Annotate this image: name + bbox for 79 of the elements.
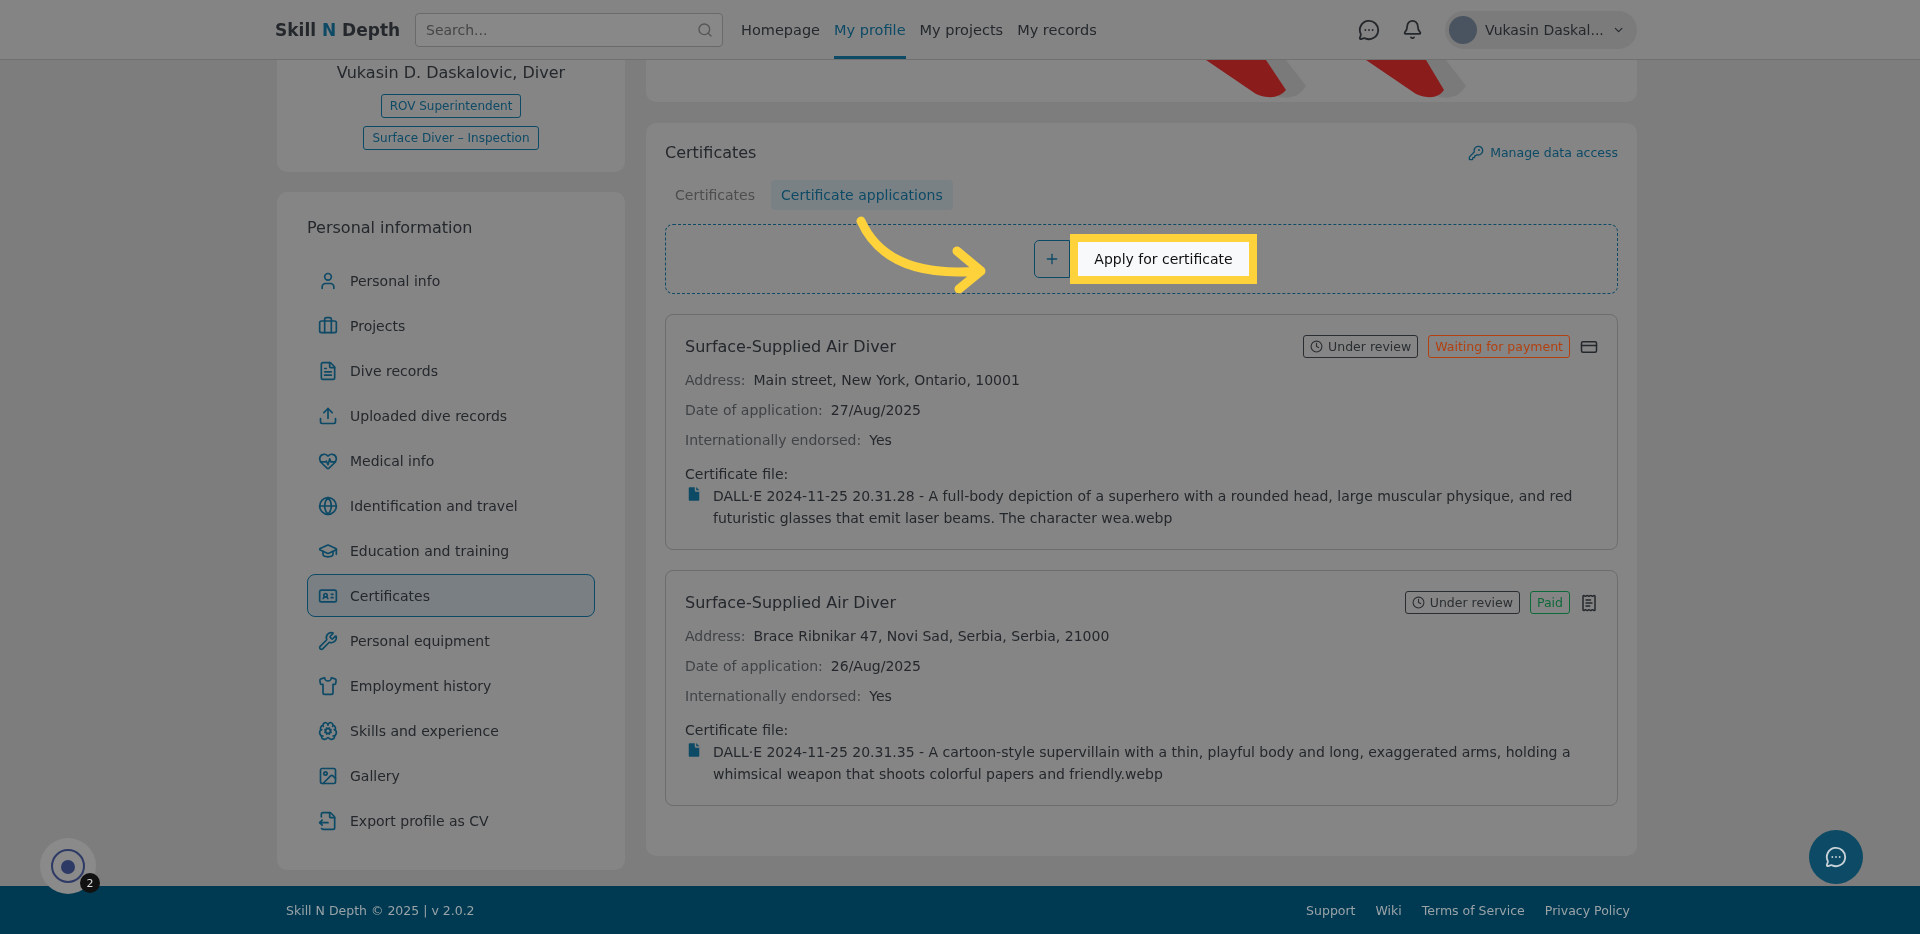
image-icon xyxy=(318,765,338,786)
sidebar-title: Personal information xyxy=(307,218,474,237)
sidebar-item[interactable]: Export profile as CV xyxy=(307,799,595,842)
receipt-icon[interactable] xyxy=(1580,593,1598,612)
nav-tab[interactable]: Homepage xyxy=(741,0,821,59)
status-badge: Under review xyxy=(1303,335,1419,358)
tab[interactable]: Certificate applications xyxy=(771,180,953,210)
field-label: Date of application: xyxy=(685,402,823,418)
tab[interactable]: Certificates xyxy=(665,180,765,210)
field-label: Internationally endorsed: xyxy=(685,688,862,704)
file-link[interactable]: DALL·E 2024-11-25 20.31.28 - A full-body depiction of a superhero with a rounded head, large muscular physique, and red futuristic glasses that emit laser beams. The character wea.webp xyxy=(713,485,1598,529)
field-value: Main street, New York, Ontario, 10001 xyxy=(753,372,1020,388)
globe-icon xyxy=(318,495,338,516)
field-label: Internationally endorsed: xyxy=(685,432,862,448)
sidebar-item[interactable]: Projects xyxy=(307,304,595,347)
application-title: Surface-Supplied Air Diver xyxy=(685,337,897,356)
briefcase-icon xyxy=(318,315,338,336)
manage-access-link[interactable]: Manage data access xyxy=(1468,144,1618,161)
bell-icon[interactable] xyxy=(1402,19,1423,40)
footer-link[interactable]: Privacy Policy xyxy=(1544,902,1630,918)
heart-pulse-icon xyxy=(318,450,338,471)
sidebar-item[interactable]: Skills and experience xyxy=(307,709,595,752)
nav-tab[interactable]: My records xyxy=(1017,0,1097,59)
footer-link[interactable]: Wiki xyxy=(1375,902,1402,918)
status-badge: Waiting for payment xyxy=(1428,335,1570,358)
wrench-icon xyxy=(318,630,338,651)
sidebar-item[interactable]: Uploaded dive records xyxy=(307,394,595,437)
field-value: 27/Aug/2025 xyxy=(830,402,922,418)
panel-title: Certificates xyxy=(665,143,757,162)
logo xyxy=(50,848,86,884)
field-value: Brace Ribnikar 47, Novi Sad, Serbia, Serbia, 21000 xyxy=(753,628,1110,644)
sidebar-item[interactable]: Medical info xyxy=(307,439,595,482)
logo[interactable]: Skill N Depth xyxy=(275,0,397,59)
application-title: Surface-Supplied Air Diver xyxy=(685,593,897,612)
footer-link[interactable]: Terms of Service xyxy=(1421,902,1525,918)
nav-tab[interactable]: My projects xyxy=(919,0,1004,59)
apply-button[interactable]: Apply for certificate xyxy=(1070,234,1257,284)
sidebar-item[interactable]: Education and training xyxy=(307,529,595,572)
sidebar-item[interactable]: Personal equipment xyxy=(307,619,595,662)
sidebar-item[interactable]: Identification and travel xyxy=(307,484,595,527)
sidebar-item[interactable]: Personal info xyxy=(307,259,595,302)
field-label: Address: xyxy=(685,628,746,644)
field-label: Certificate file: xyxy=(685,722,790,738)
sidebar-item[interactable]: Certificates xyxy=(307,574,595,617)
chat-button[interactable] xyxy=(1809,830,1863,884)
field-label: Address: xyxy=(685,372,746,388)
copyright-text: Skill N Depth © 2025 | v 2.0.2 xyxy=(286,902,475,918)
file-export-icon xyxy=(318,810,338,831)
file-icon xyxy=(685,741,703,759)
status-badge: Paid xyxy=(1529,591,1570,614)
sidebar-item[interactable]: Employment history xyxy=(307,664,595,707)
field-value: Yes xyxy=(869,688,892,704)
clock-icon xyxy=(1310,340,1324,353)
head-gear-icon xyxy=(318,720,338,741)
field-label: Certificate file: xyxy=(685,466,790,482)
plus-button[interactable] xyxy=(1034,240,1071,278)
person-icon xyxy=(318,270,338,291)
clock-icon xyxy=(1411,596,1425,609)
document-icon xyxy=(318,360,338,381)
sidebar-item[interactable]: Gallery xyxy=(307,754,595,797)
footer-link[interactable]: Support xyxy=(1306,902,1356,918)
file-link[interactable]: DALL·E 2024-11-25 20.31.35 - A cartoon-style supervillain with a thin, playful body and long, exaggerated arms, holding a whimsical weapon that shoots colorful papers and friendly.webp xyxy=(713,741,1598,785)
chat-icon[interactable] xyxy=(1358,18,1380,41)
field-value: Yes xyxy=(869,432,892,448)
field-label: Date of application: xyxy=(685,658,823,674)
user-menu[interactable]: Vukasin Daskal... xyxy=(1445,10,1637,49)
role-tag: ROV Superintendent xyxy=(380,94,522,118)
file-icon xyxy=(685,485,703,503)
search-field[interactable]: Search... xyxy=(415,12,723,47)
sidebar-item[interactable]: Dive records xyxy=(307,349,595,392)
key-icon xyxy=(1468,144,1485,161)
chat-icon xyxy=(1825,846,1847,868)
upload-icon xyxy=(318,405,338,426)
status-badge: Under review xyxy=(1404,591,1520,614)
field-value: 26/Aug/2025 xyxy=(830,658,922,674)
avatar xyxy=(1449,15,1477,44)
shirt-icon xyxy=(318,675,338,696)
profile-name: Vukasin D. Daskalovic, Diver xyxy=(336,63,566,82)
role-tag: Surface Diver – Inspection xyxy=(363,126,539,150)
